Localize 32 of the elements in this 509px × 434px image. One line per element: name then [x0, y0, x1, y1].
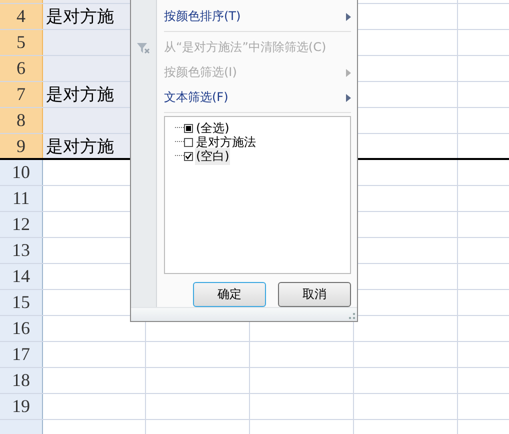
- row-header[interactable]: 8: [0, 108, 43, 133]
- row-header[interactable]: 6: [0, 56, 43, 81]
- menu-item[interactable]: 按颜色排序(T): [164, 4, 351, 29]
- resize-grip-icon[interactable]: [349, 313, 355, 319]
- value-label[interactable]: (空白): [195, 148, 230, 164]
- row-header[interactable]: 5: [0, 30, 43, 55]
- clear-filter-icon: [137, 42, 150, 54]
- row-header[interactable]: 9: [0, 134, 43, 158]
- ok-button[interactable]: 确定: [193, 282, 266, 307]
- row-header[interactable]: 11: [0, 186, 43, 211]
- menu-item[interactable]: 文本筛选(F): [164, 85, 351, 110]
- submenu-arrow-icon: [346, 12, 351, 20]
- checkbox[interactable]: [184, 152, 193, 160]
- submenu-arrow-icon: [346, 94, 351, 102]
- row-header[interactable]: 13: [0, 238, 43, 263]
- cancel-button[interactable]: 取消: [278, 282, 351, 307]
- row-header[interactable]: 19: [0, 394, 43, 419]
- row-header[interactable]: 16: [0, 316, 43, 341]
- submenu-arrow-icon: [346, 68, 351, 76]
- row-header[interactable]: 10: [0, 160, 43, 185]
- row-header[interactable]: 4: [0, 4, 43, 29]
- row-header[interactable]: 15: [0, 290, 43, 315]
- checkbox[interactable]: [184, 124, 193, 132]
- row-header[interactable]: 7: [0, 82, 43, 107]
- row-header[interactable]: [0, 0, 43, 3]
- checkbox[interactable]: [184, 138, 193, 146]
- row-header[interactable]: 12: [0, 212, 43, 237]
- value-label[interactable]: 是对方施法: [195, 134, 257, 150]
- row-header[interactable]: 14: [0, 264, 43, 289]
- row-header[interactable]: 17: [0, 342, 43, 367]
- row-header[interactable]: 18: [0, 368, 43, 393]
- value-label[interactable]: (全选): [195, 120, 230, 136]
